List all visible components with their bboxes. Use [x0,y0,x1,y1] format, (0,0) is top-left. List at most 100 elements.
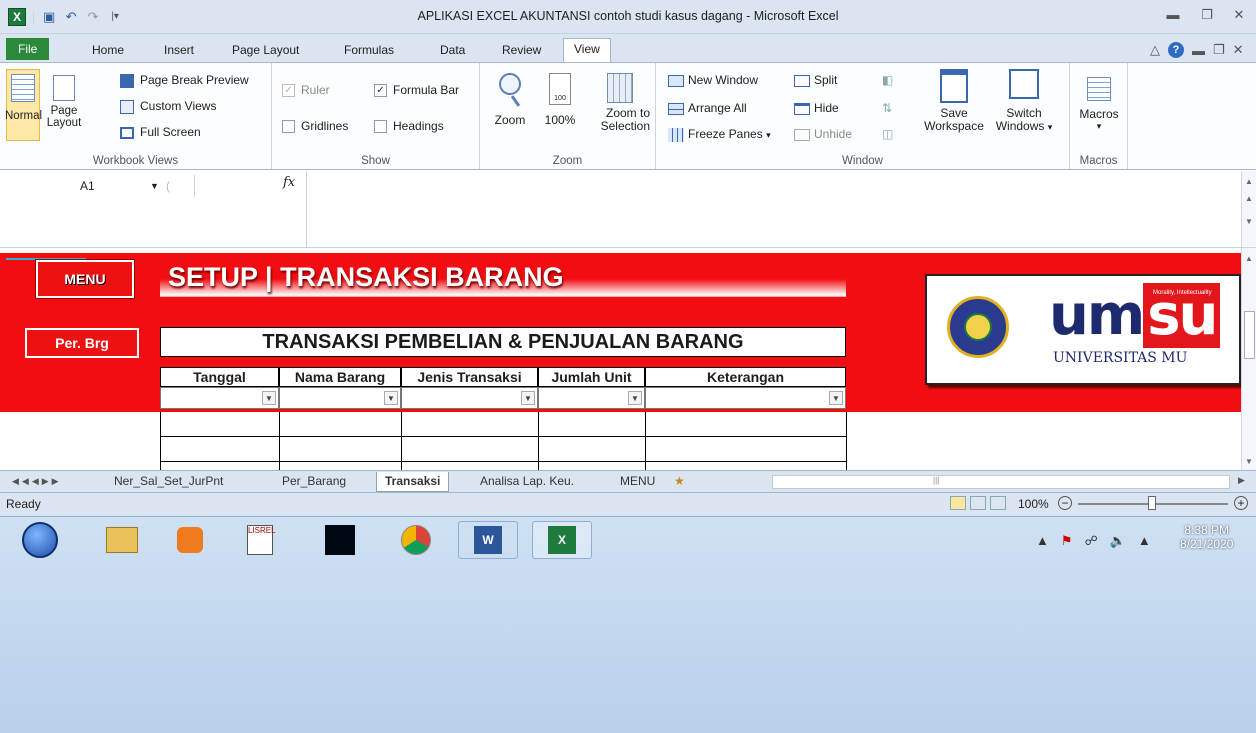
per-brg-button[interactable]: Per. Brg [25,328,139,358]
zoom-100-button[interactable]: 100 100% [540,73,580,127]
ruler-checkbox[interactable]: ✓ Ruler [282,83,330,98]
tab-review[interactable]: Review [492,40,551,62]
new-window-button[interactable]: New Window [668,73,758,87]
gridlines-checkbox[interactable]: Gridlines [282,119,348,134]
filter-cell: ▼ [279,387,401,409]
formula-bar-scroll[interactable]: ▲ ▲ ▼ [1241,171,1256,247]
scroll-up-icon[interactable]: ▲ [1242,254,1256,263]
workbook-minimize-icon[interactable]: ▬ [1192,43,1205,58]
normal-view-button[interactable]: Normal [5,69,42,141]
page-layout-view-icon[interactable] [970,496,986,510]
filter-cell: ▼ [401,387,538,409]
minimize-icon[interactable]: ▬ [1160,5,1186,25]
macros-button[interactable]: Macros ▾ [1078,77,1120,132]
network-tray-icon[interactable]: ☍ [1085,533,1098,549]
formula-bar-checkbox[interactable]: ✓ Formula Bar [374,83,459,98]
clock[interactable]: 8:38 PM 8/21/2020 [1180,523,1233,551]
headings-checkbox[interactable]: Headings [374,119,444,134]
tab-insert[interactable]: Insert [154,40,204,62]
page-break-view-icon[interactable] [990,496,1006,510]
worksheet[interactable]: MENU Per. Brg SETUP | TRANSAKSI BARANG T… [0,253,1241,512]
sheet-tab-per-barang[interactable]: Per_Barang [274,472,354,492]
freeze-panes-icon [668,127,684,142]
sheet-tab-menu[interactable]: MENU [612,472,663,492]
scroll-down-icon[interactable]: ▼ [1242,217,1256,226]
filter-dropdown-icon[interactable]: ▼ [628,391,642,405]
zoom-out-icon[interactable]: − [1058,496,1072,510]
status-bar: Ready 100% − + [0,492,1256,516]
tab-view[interactable]: View [563,38,611,62]
filter-dropdown-icon[interactable]: ▼ [384,391,398,405]
sheet-nav-icons[interactable]: ◀◀◀▶▶ [4,472,70,492]
menu-button[interactable]: MENU [36,260,134,298]
zoom-level[interactable]: 100% [1018,497,1049,511]
sheet-tab-analisa[interactable]: Analisa Lap. Keu. [472,472,582,492]
tab-formulas[interactable]: Formulas [334,40,404,62]
ribbon-collapse-icon[interactable]: △ [1150,42,1160,58]
reset-position-icon[interactable]: ◫ [882,127,893,141]
tray-expand-icon[interactable]: ▲ [1036,533,1049,549]
zoom-in-icon[interactable]: + [1234,496,1248,510]
page-layout-view-button[interactable]: Page Layout [44,69,84,141]
close-icon[interactable]: ✕ [1226,5,1252,25]
filter-dropdown-icon[interactable]: ▼ [262,391,276,405]
switch-windows-button[interactable]: Switch Windows ▾ [988,69,1060,134]
lisrel-taskbar-icon[interactable]: LISREL [230,521,290,559]
tab-home[interactable]: Home [82,40,134,62]
media-taskbar-icon[interactable] [160,521,220,559]
excel-taskbar-icon[interactable]: X [532,521,592,559]
workbook-restore-icon[interactable]: ❐ [1213,42,1225,58]
windows-logo-icon [22,522,58,558]
scroll-down-icon[interactable]: ▼ [1242,457,1256,466]
save-workspace-button[interactable]: Save Workspace [922,69,986,133]
full-screen-button[interactable]: Full Screen [120,125,201,139]
scroll-thumb[interactable] [1243,311,1255,359]
insert-sheet-icon[interactable]: ★ [666,472,693,492]
group-window: New Window Arrange All Freeze Panes ▾ Sp… [656,63,1070,169]
zoom-button[interactable]: Zoom [490,73,530,127]
volume-icon[interactable]: 🔈 [1110,533,1126,549]
normal-view-icon[interactable] [950,496,966,510]
filter-dropdown-icon[interactable]: ▼ [521,391,535,405]
view-side-by-side-icon[interactable]: ◧ [882,73,893,87]
freeze-panes-button[interactable]: Freeze Panes ▾ [668,127,771,142]
formula-input[interactable] [306,171,1241,247]
table-row[interactable] [160,437,847,462]
workbook-close-icon[interactable]: ✕ [1233,42,1244,58]
unhide-button[interactable]: Unhide [794,127,852,141]
signal-icon[interactable]: ▲ [1138,533,1151,549]
zoom-to-selection-button[interactable]: Zoom to Selection [590,73,650,133]
hide-button[interactable]: Hide [794,101,839,115]
horizontal-scrollbar[interactable]: ||| [772,475,1230,489]
page-break-preview-button[interactable]: Page Break Preview [120,73,249,88]
scroll-grip-icon: ||| [933,476,940,485]
word-taskbar-icon[interactable]: W [458,521,518,559]
chrome-taskbar-icon[interactable] [386,521,446,559]
scroll-right-icon[interactable]: ▶ [1238,475,1245,486]
explorer-taskbar-icon[interactable] [92,521,152,559]
scroll-up-icon[interactable]: ▲ [1242,177,1256,186]
help-icon[interactable]: ? [1168,42,1184,58]
name-box[interactable]: A1 ▼( [0,175,195,197]
sheet-tab-ner-sal[interactable]: Ner_Sal_Set_JurPnt [106,472,231,492]
new-window-icon [668,74,684,87]
sheet-tab-transaksi[interactable]: Transaksi [376,472,450,492]
action-center-icon[interactable]: ⚑ [1061,533,1073,549]
start-button[interactable] [10,521,70,559]
table-title: TRANSAKSI PEMBELIAN & PENJUALAN BARANG [160,327,846,357]
tab-page-layout[interactable]: Page Layout [222,40,309,62]
arrange-all-button[interactable]: Arrange All [668,101,747,115]
sync-scroll-icon[interactable]: ⇅ [882,101,892,115]
tab-data[interactable]: Data [430,40,475,62]
fx-icon[interactable]: fx [283,175,295,190]
table-row[interactable] [160,412,847,437]
tab-file[interactable]: File [6,38,50,60]
custom-views-button[interactable]: Custom Views [120,99,216,114]
sheet-vertical-scrollbar[interactable]: ▲ ▼ [1241,248,1256,470]
name-box-dropdown-icon[interactable]: ▼ [150,175,159,197]
split-button[interactable]: Split [794,73,837,87]
filter-dropdown-icon[interactable]: ▼ [829,391,843,405]
app-taskbar-icon[interactable] [310,521,370,559]
restore-icon[interactable]: ❐ [1194,5,1220,25]
zoom-slider-thumb[interactable] [1148,496,1156,510]
